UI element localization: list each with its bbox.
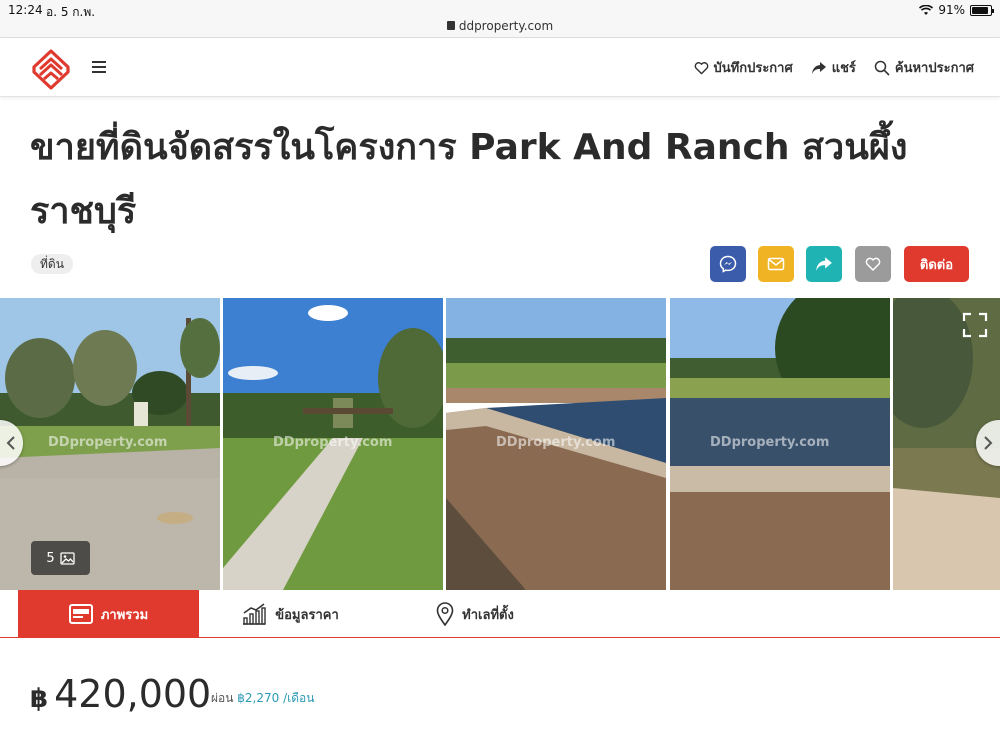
fullscreen-icon[interactable] — [962, 312, 988, 338]
lock-icon — [446, 21, 455, 30]
tab-overview[interactable]: ภาพรวม — [18, 590, 199, 638]
url-text: ddproperty.com — [458, 19, 554, 33]
share-listing-button[interactable] — [806, 246, 842, 282]
watermark: DDproperty.com — [273, 435, 393, 450]
save-listing-label: บันทึกประกาศ — [713, 61, 793, 76]
envelope-icon — [767, 257, 785, 271]
save-listing-button[interactable]: บันทึกประกาศ — [694, 57, 793, 78]
gallery-photo[interactable]: DDproperty.com — [223, 298, 443, 590]
installment-amount[interactable]: ฿2,270 /เดือน — [237, 691, 314, 705]
listing-price: ฿ 420,000 — [30, 672, 211, 716]
search-listing-button[interactable]: ค้นหาประกาศ — [874, 57, 974, 78]
gallery-photo[interactable]: DDproperty.com — [446, 298, 666, 590]
watermark: DDproperty.com — [48, 435, 168, 450]
tab-price-info-label: ข้อมูลราคา — [275, 607, 339, 623]
watermark: DDproperty.com — [496, 435, 616, 450]
address-bar[interactable]: ddproperty.com — [0, 19, 1000, 33]
share-button[interactable]: แชร์ — [811, 57, 856, 78]
site-header: บันทึกประกาศ แชร์ ค้นหาประกาศ — [0, 39, 1000, 97]
image-icon — [59, 551, 75, 565]
header-actions: บันทึกประกาศ แชร์ ค้นหาประกาศ — [694, 57, 974, 78]
tab-location[interactable]: ทำเลที่ตั้ง — [420, 590, 530, 638]
favorite-button[interactable] — [855, 246, 891, 282]
messenger-button[interactable] — [710, 246, 746, 282]
tab-overview-label: ภาพรวม — [100, 607, 149, 623]
status-time: 12:24 — [8, 3, 43, 17]
listing-tabs: ภาพรวม ข้อมูลราคา ทำเลที่ตั้ง — [0, 590, 1000, 638]
battery-icon — [970, 4, 994, 16]
tab-price-info[interactable]: ข้อมูลราคา — [225, 590, 355, 638]
photo-count-button[interactable]: 5 — [31, 541, 90, 575]
property-type-badge: ที่ดิน — [31, 254, 73, 274]
listing-title: ขายที่ดินจัดสรรในโครงการ Park And Ranch … — [30, 127, 908, 232]
search-icon — [874, 60, 890, 76]
photo-count: 5 — [46, 550, 55, 566]
heart-icon — [694, 61, 708, 74]
share-arrow-icon — [811, 61, 826, 74]
wifi-icon — [919, 4, 934, 15]
price-chart-icon — [243, 603, 266, 625]
search-label: ค้นหาประกาศ — [894, 61, 974, 76]
price-amount: 420,000 — [54, 672, 212, 716]
tab-location-label: ทำเลที่ตั้ง — [462, 607, 514, 623]
chevron-right-icon — [984, 436, 993, 450]
installment-info: ผ่อน ฿2,270 /เดือน — [211, 689, 314, 708]
status-right: 91% — [919, 3, 994, 17]
watermark: DDproperty.com — [710, 435, 830, 450]
photo-gallery[interactable]: DDproperty.com DDproperty.com DDproperty… — [0, 298, 1000, 590]
installment-prefix: ผ่อน — [211, 691, 234, 705]
chevron-left-icon — [6, 436, 15, 450]
ddproperty-logo[interactable] — [30, 48, 72, 90]
messenger-icon — [719, 255, 737, 273]
device-status-bar: 12:24 อ. 5 ก.พ. ddproperty.com 91% — [0, 0, 1000, 38]
overview-icon — [68, 604, 93, 624]
contact-button[interactable]: ติดต่อ — [904, 246, 969, 282]
share-label: แชร์ — [831, 61, 856, 76]
gallery-photo[interactable]: DDproperty.com — [670, 298, 890, 590]
heart-icon — [865, 257, 881, 271]
menu-icon[interactable] — [92, 61, 106, 73]
currency-symbol: ฿ — [30, 684, 49, 714]
share-arrow-icon — [816, 257, 832, 271]
location-pin-icon — [436, 602, 454, 626]
email-button[interactable] — [758, 246, 794, 282]
battery-percent: 91% — [938, 3, 965, 17]
